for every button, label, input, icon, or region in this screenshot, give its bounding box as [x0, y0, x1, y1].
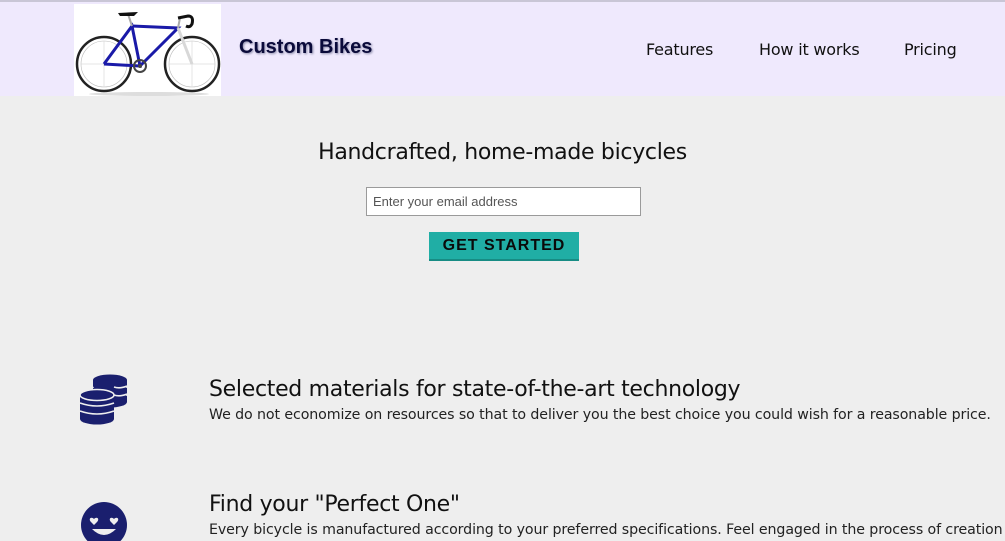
get-started-button[interactable]: GET STARTED — [429, 232, 579, 261]
feature-text-perfect-one: Every bicycle is manufactured according … — [209, 522, 1003, 538]
feature-text-materials: We do not economize on resources so that… — [209, 407, 991, 423]
nav-link-how-it-works[interactable]: How it works — [759, 40, 860, 59]
email-input[interactable] — [366, 187, 641, 216]
heart-eyes-smiley-icon — [80, 501, 128, 541]
hero-title: Handcrafted, home-made bicycles — [318, 140, 687, 165]
feature-title-materials: Selected materials for state-of-the-art … — [209, 377, 741, 402]
feature-title-perfect-one: Find your "Perfect One" — [209, 492, 460, 517]
main-nav: Features How it works Pricing — [0, 40, 1005, 62]
nav-link-features[interactable]: Features — [646, 40, 713, 59]
coins-icon — [78, 374, 130, 426]
nav-link-pricing[interactable]: Pricing — [904, 40, 957, 59]
site-header: Custom Bikes Features How it works Prici… — [0, 2, 1005, 96]
